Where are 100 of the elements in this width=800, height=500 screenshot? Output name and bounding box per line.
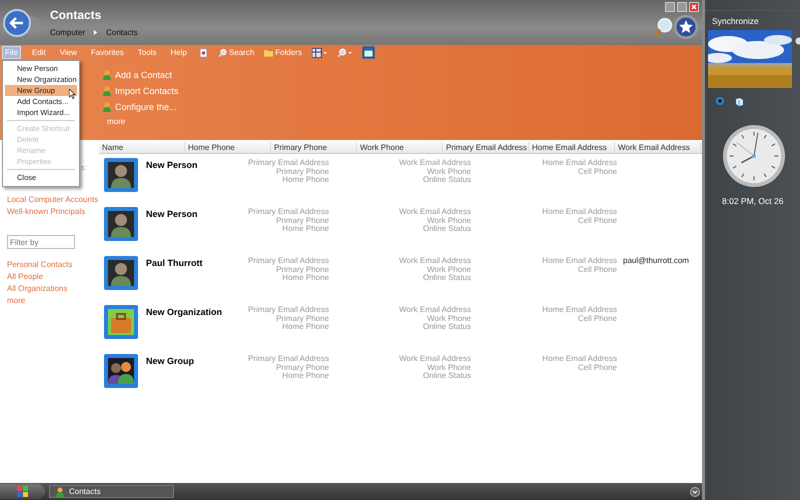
group-avatar-icon [104, 354, 138, 388]
field-label: Online Status [422, 176, 471, 184]
menu-item[interactable]: Favorites [88, 47, 126, 58]
field-label: Home Phone [282, 372, 329, 380]
field-label: Work Phone [427, 314, 471, 323]
person-avatar-icon [104, 256, 138, 290]
field-label: Primary Email Address [248, 355, 329, 364]
field-label: Home Email Address [542, 355, 617, 364]
field-label: Home Email Address [542, 257, 617, 266]
contact-name[interactable]: New Organization [146, 307, 249, 317]
field-label: Home Email Address [542, 159, 617, 168]
folders-button[interactable]: Folders [264, 48, 302, 58]
contact-name[interactable]: New Person [146, 160, 249, 170]
field-label: Home Email Address [542, 208, 617, 216]
field-label: Cell Phone [578, 266, 617, 274]
field-label: Primary Email Address [248, 208, 329, 216]
filter-field[interactable]: Filter by [7, 235, 75, 249]
field-label: Work Phone [427, 168, 471, 176]
clock-drawing [722, 124, 786, 188]
field-label: Primary Phone [276, 168, 329, 176]
breadcrumb-item[interactable]: Contacts [106, 28, 138, 37]
pane-link[interactable]: All Organizations [7, 284, 68, 296]
field-label: Work Email Address [399, 257, 471, 266]
document-icon[interactable] [198, 48, 208, 58]
sync-icon[interactable] [715, 96, 725, 106]
menu-item[interactable]: View [58, 47, 79, 58]
field-label: Online Status [422, 274, 471, 282]
view-grid-icon[interactable] [312, 48, 327, 58]
column-header[interactable]: Primary Phone [271, 142, 357, 153]
field-label: Work Phone [427, 216, 471, 225]
taskbar-button[interactable]: Contacts [49, 485, 174, 498]
task-link[interactable]: Add a Contact [103, 69, 172, 81]
cursor-icon [69, 89, 76, 99]
field-label: Work Email Address [399, 355, 471, 364]
search-button[interactable]: Search [218, 48, 254, 58]
task-link[interactable]: Configure the... [103, 101, 177, 113]
back-arrow-icon[interactable] [2, 8, 42, 38]
pane-link[interactable]: All People [7, 272, 44, 284]
pane-link[interactable]: Local Computer Accounts [7, 195, 98, 207]
window-icon[interactable] [362, 46, 375, 59]
gadget-title: Synchronize [712, 16, 759, 26]
more-link[interactable]: more [7, 296, 26, 308]
breadcrumb-item[interactable]: Computer [50, 28, 86, 37]
person-icon [103, 102, 111, 112]
pane-link[interactable]: Well-known Principals [7, 207, 86, 219]
field-label: Primary Phone [276, 266, 329, 274]
field-label: Cell Phone [578, 364, 617, 372]
column-header[interactable]: Home Phone [185, 142, 271, 153]
field-label: Home Phone [282, 323, 329, 332]
start-button[interactable] [0, 484, 45, 499]
contact-name[interactable]: New Person [146, 209, 249, 219]
zoom-icon[interactable] [336, 48, 352, 58]
four-squares-icon [17, 486, 28, 497]
briefcase-avatar-icon [104, 305, 138, 339]
menu-item[interactable]: Help [168, 47, 189, 58]
star-icon[interactable] [673, 14, 699, 40]
field-label: Primary Email Address [248, 306, 329, 314]
field-label: Work Email Address [399, 208, 471, 216]
column-header[interactable]: Work Email Address [615, 142, 701, 153]
field-label: Cell Phone [578, 216, 617, 225]
person-icon [103, 70, 111, 80]
field-label: Cell Phone [578, 168, 617, 176]
cube-icon[interactable] [734, 96, 744, 106]
search-icon[interactable] [652, 16, 674, 38]
menu-item[interactable]: Tools [136, 47, 158, 58]
field-label: Work Phone [427, 364, 471, 372]
column-header[interactable]: Home Email Address [529, 142, 615, 153]
menu-item[interactable]: File [3, 47, 20, 58]
field-label: Online Status [422, 372, 471, 380]
close-button[interactable] [689, 2, 699, 12]
field-label: Home Phone [282, 225, 329, 234]
field-label: Work Email Address [399, 306, 471, 314]
field-label: Online Status [422, 323, 471, 332]
field-label: Cell Phone [578, 314, 617, 323]
field-label: Online Status [422, 225, 471, 234]
field-label: Primary Phone [276, 216, 329, 225]
contact-name[interactable]: New Group [146, 356, 249, 366]
field-label: Home Phone [282, 176, 329, 184]
email-address: paul@thurrott.com [623, 257, 689, 266]
menu-item[interactable]: Edit [30, 47, 48, 58]
task-link[interactable]: Import Contacts [103, 85, 179, 97]
field-label: Primary Phone [276, 314, 329, 323]
contact-name[interactable]: Paul Thurrott [146, 258, 249, 268]
field-label: Work Phone [427, 266, 471, 274]
chevron-icon[interactable] [690, 486, 700, 496]
field-label: Work Email Address [399, 159, 471, 168]
pane-link[interactable]: Personal Contacts [7, 260, 72, 272]
person-avatar-icon [104, 207, 138, 241]
column-header[interactable]: Primary Email Address [443, 142, 529, 153]
column-header[interactable]: Name [99, 142, 185, 153]
window-title: Contacts [50, 8, 102, 22]
field-label: Home Email Address [542, 306, 617, 314]
search-icon [218, 48, 227, 58]
person-icon [103, 86, 111, 96]
column-header[interactable]: Work Phone [357, 142, 443, 153]
field-label: Primary Email Address [248, 257, 329, 266]
field-label: Primary Phone [276, 364, 329, 372]
more-link[interactable]: more [103, 117, 126, 126]
pane-heading: s: [80, 163, 87, 174]
person-icon [56, 486, 64, 496]
